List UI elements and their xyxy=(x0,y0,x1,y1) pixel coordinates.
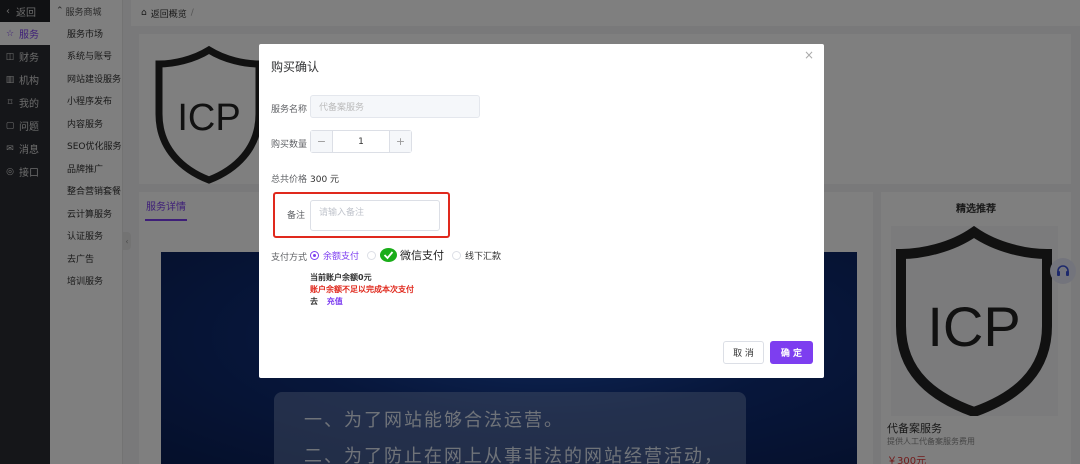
purchase-confirm-dialog: 购买确认 × 服务名称 代备案服务 购买数量 − 1 + 总共价格 300 元 … xyxy=(259,44,824,378)
quantity-stepper: − 1 + xyxy=(310,130,412,153)
wechat-pay-option[interactable]: 微信支付 xyxy=(380,247,444,263)
quantity-input[interactable]: 1 xyxy=(333,131,389,152)
increment-button[interactable]: + xyxy=(389,131,411,152)
remark-label: 备注 xyxy=(287,211,306,221)
payment-method-label: 支付方式 xyxy=(271,253,308,263)
wechat-pay-label: 微信支付 xyxy=(400,249,445,262)
decrement-button[interactable]: − xyxy=(311,131,333,152)
quantity-label: 购买数量 xyxy=(271,140,308,150)
recharge-row: 去 充值 xyxy=(310,296,343,307)
offline-transfer-label[interactable]: 线下汇款 xyxy=(465,249,501,262)
close-icon[interactable]: × xyxy=(804,48,814,62)
recharge-prefix: 去 xyxy=(310,297,318,306)
recharge-link[interactable]: 充值 xyxy=(327,297,343,306)
radio-balance-pay[interactable] xyxy=(310,250,319,260)
cancel-button[interactable]: 取 消 xyxy=(723,341,764,364)
balance-pay-label[interactable]: 余额支付 xyxy=(323,249,359,262)
remark-textarea[interactable]: 请输入备注 xyxy=(310,200,440,231)
radio-offline-transfer[interactable] xyxy=(452,250,462,260)
insufficient-balance-text: 账户余额不足以完成本次支付 xyxy=(310,285,414,294)
payment-method-group: 余额支付 微信支付 线下汇款 xyxy=(310,247,505,263)
service-name-label: 服务名称 xyxy=(271,105,308,115)
dialog-title: 购买确认 xyxy=(271,60,320,74)
wechat-icon xyxy=(380,248,398,262)
total-price-value: 300 元 xyxy=(310,175,340,185)
radio-wechat-pay[interactable] xyxy=(367,250,377,260)
total-price-label: 总共价格 xyxy=(271,175,308,185)
service-name-field: 代备案服务 xyxy=(310,95,480,118)
balance-text: 当前账户余额0元 xyxy=(310,273,372,282)
confirm-button[interactable]: 确 定 xyxy=(770,341,813,364)
